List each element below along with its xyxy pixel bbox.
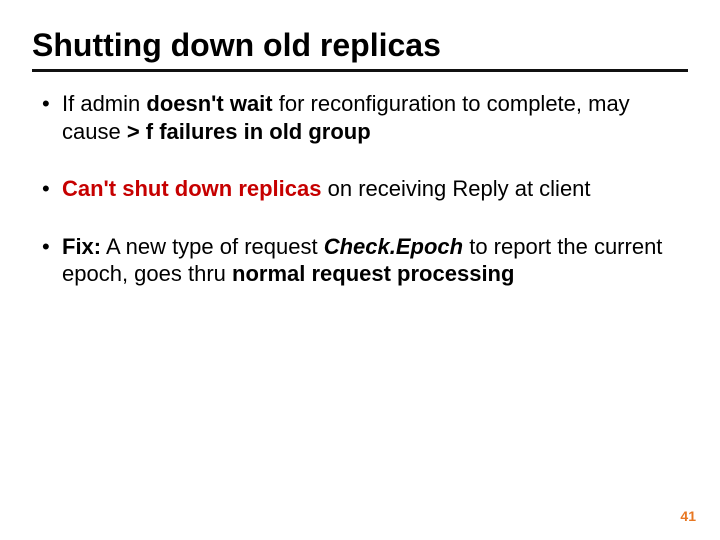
text-bold: doesn't wait — [146, 91, 272, 116]
text-red-bold: Can't shut down replicas — [62, 176, 322, 201]
page-number: 41 — [680, 508, 696, 524]
slide-title: Shutting down old replicas — [32, 28, 688, 72]
text-bold: Fix: — [62, 234, 101, 259]
text-bold-italic: Check.Epoch — [324, 234, 463, 259]
list-item: Can't shut down replicas on receiving Re… — [38, 175, 688, 203]
text-bold: normal request processing — [232, 261, 514, 286]
text: If admin — [62, 91, 146, 116]
bullet-list: If admin doesn't wait for reconfiguratio… — [38, 90, 688, 288]
slide: Shutting down old replicas If admin does… — [0, 0, 720, 540]
list-item: If admin doesn't wait for reconfiguratio… — [38, 90, 688, 145]
text-bold: > f failures in old group — [127, 119, 371, 144]
text: on receiving Reply at client — [322, 176, 591, 201]
list-item: Fix: A new type of request Check.Epoch t… — [38, 233, 688, 288]
text: A new type of request — [101, 234, 324, 259]
